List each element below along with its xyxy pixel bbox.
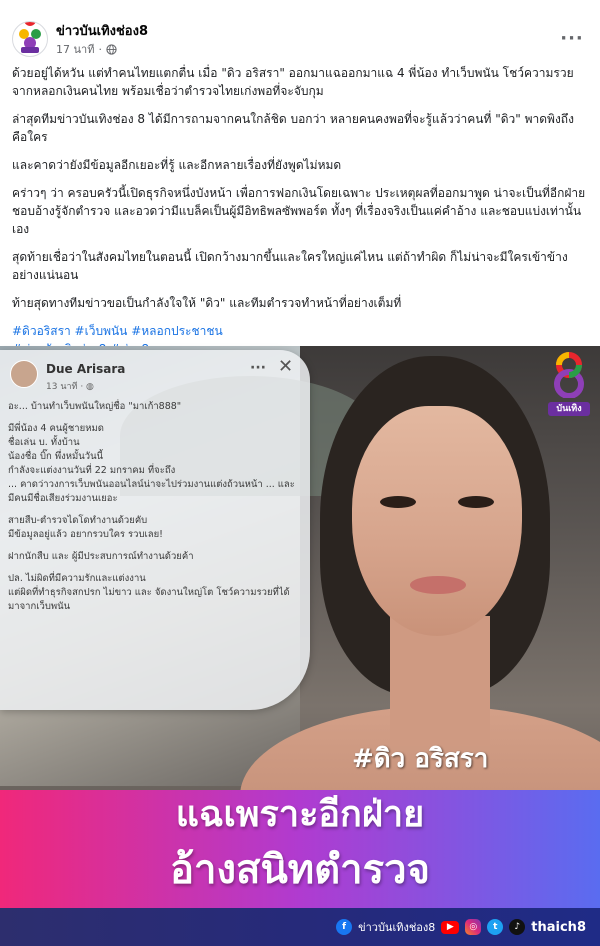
post-paragraph: ท้ายสุดทางทีมข่าวขอเป็นกำลังใจให้ "ดิว" … — [12, 296, 402, 310]
embedded-body: อะ... บ้านทำเว็บพนันใหญ่ชื่อ "มาเก้า888"… — [8, 400, 298, 614]
channel8-logo — [14, 22, 46, 55]
post-header: ข่าวบันเทิงช่อง8 17 นาที · ··· — [0, 0, 600, 62]
post-paragraph: คร่าวๆ ว่า ครอบครัวนี้เปิดธุรกิจหนึ่งบัง… — [12, 186, 586, 236]
facebook-icon: f — [336, 919, 353, 935]
post-paragraph: และคาดว่ายังมีข้อมูลอีกเยอะที่รู้ และอีก… — [12, 158, 342, 172]
page-avatar[interactable] — [12, 21, 48, 57]
embedded-line: กำลังจะแต่งงานวันที่ 22 มกราคม ที่จะถึง — [8, 465, 176, 476]
embedded-line: ชื่อเล่น บ. ทั้งบ้าน — [8, 437, 80, 448]
post-paragraph: สุดท้ายเชื่อว่าในสังคมไทยในตอนนี้ เปิดกว… — [12, 250, 568, 282]
embedded-time: 13 นาที · ◍ — [46, 379, 94, 393]
tiktok-icon: ♪ — [509, 919, 526, 935]
meta-separator: · — [98, 42, 102, 56]
twitter-icon: t — [487, 919, 504, 935]
timestamp[interactable]: 17 นาที — [56, 40, 94, 58]
globe-icon — [106, 43, 117, 55]
embedded-line: ปล. ไม่ผิดที่มีความรักและแต่งงาน — [8, 573, 146, 584]
page-name[interactable]: ข่าวบันเทิงช่อง8 — [56, 20, 148, 41]
embedded-line: อะ... บ้านทำเว็บพนันใหญ่ชื่อ "มาเก้า888" — [8, 401, 182, 412]
instagram-icon: ◎ — [465, 919, 482, 935]
close-icon: ✕ — [278, 356, 294, 377]
logo-label: บันเทิง — [548, 402, 590, 416]
post-paragraph: ล่าสุดทีมข่าวบันเทิงช่อง 8 ได้มีการถามจา… — [12, 112, 574, 144]
headline-line-2: อ้างสนิทตำรวจ — [170, 847, 430, 893]
embedded-line: น้องชื่อ บิ๊ก พึ่งหมั้นวันนี้ — [8, 451, 104, 462]
portrait-eye — [380, 496, 416, 508]
more-icon: ··· — [250, 360, 266, 376]
post-meta: 17 นาที · — [56, 40, 117, 58]
embedded-line: มีข้อมูลอยู่แล้ว อยากรวบใคร รวบเลย! — [8, 529, 163, 540]
embedded-time-text: 13 นาที · — [46, 382, 87, 392]
more-options-button[interactable]: ··· — [556, 22, 588, 54]
embedded-post-screenshot: Due Arisara 13 นาที · ◍ ··· ✕ อะ... บ้าน… — [0, 350, 310, 710]
embedded-line: ฝากนักสืบ และ ผู้มีประสบการณ์ทำงานด้วยค้… — [8, 551, 194, 562]
footer-page-name: ข่าวบันเทิงช่อง8 — [358, 921, 436, 934]
embedded-line: ... คาดว่าวงการเว็บพนันออนไลน์น่าจะไปร่ว… — [8, 479, 295, 504]
embedded-avatar — [10, 360, 38, 388]
portrait-lips — [410, 576, 466, 594]
embedded-line: มีพี่น้อง 4 คนผู้ชายหมด — [8, 423, 104, 434]
channel8-logo: บันเทิง — [548, 352, 590, 416]
more-icon: ··· — [560, 27, 584, 49]
portrait-eye — [458, 496, 494, 508]
embedded-line: สายสืบ-ตำรวจไดโดทำงานด้วยคับ — [8, 515, 148, 526]
post-paragraph: ด้วยอยู่ได้หวัน แต่ทำคนไทยแตกตื่น เมื่อ … — [12, 66, 574, 98]
portrait-face — [352, 406, 522, 636]
social-footer-bar: f ข่าวบันเทิงช่อง8 ▶ ◎ t ♪ thaich8 — [0, 908, 600, 946]
youtube-icon: ▶ — [441, 920, 460, 934]
embedded-line: แต่ผิดที่ทำธุรกิจสกปรก ไม่ขาว และ จัดงาน… — [8, 587, 290, 612]
globe-icon: ◍ — [86, 382, 94, 392]
headline-line-1: แฉเพราะอีกฝ่าย — [175, 794, 425, 835]
post-text: ด้วยอยู่ได้หวัน แต่ทำคนไทยแตกตื่น เมื่อ … — [12, 64, 588, 368]
caption-name: #ดิว อริสรา — [352, 744, 489, 774]
embedded-name: Due Arisara — [46, 362, 126, 376]
footer-handle: thaich8 — [531, 919, 586, 935]
hashtag-line[interactable]: #ดิวอริสรา #เว็บพนัน #หลอกประชาชน — [12, 324, 223, 338]
